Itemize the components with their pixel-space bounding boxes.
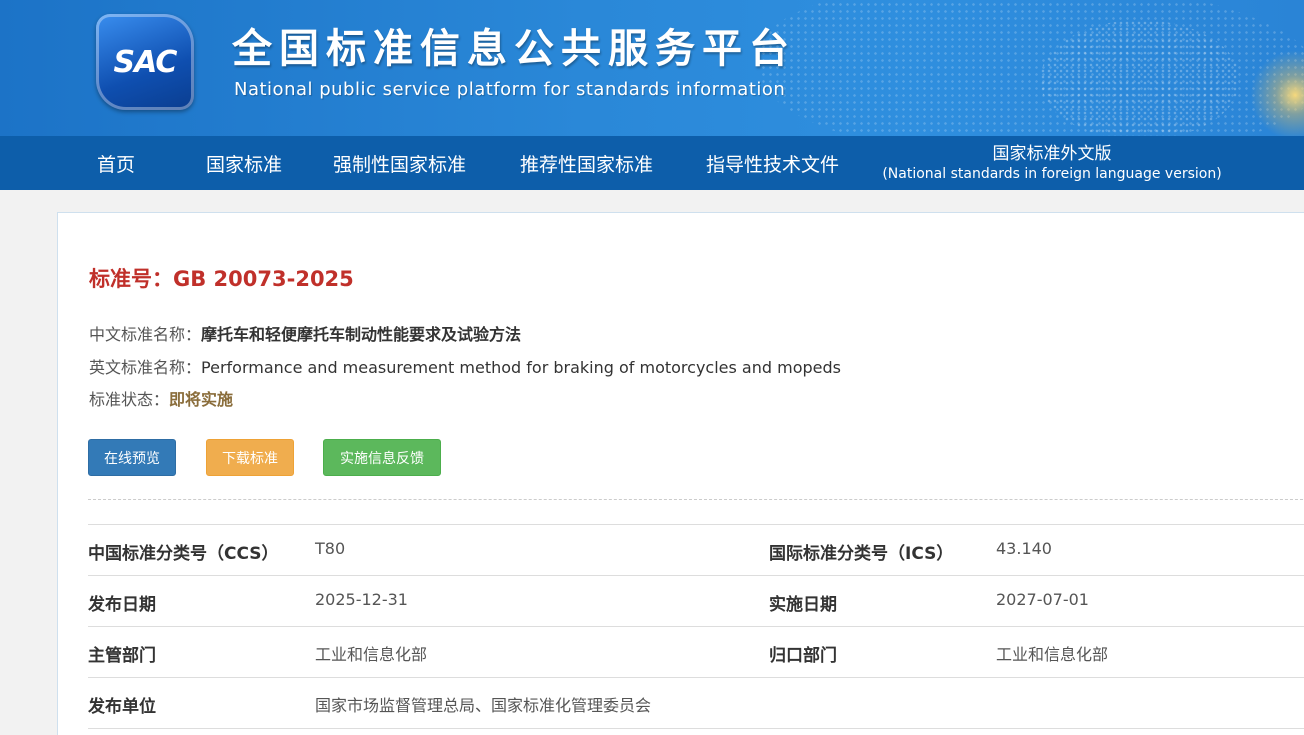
nav-item-mandatory-standards[interactable]: 强制性国家标准 <box>333 136 466 190</box>
implement-date-value: 2027-07-01 <box>996 590 1089 609</box>
nav-item-foreign-version[interactable]: 国家标准外文版 (National standards in foreign l… <box>882 136 1221 190</box>
table-row-border <box>88 728 1304 735</box>
table-row: 主管部门 工业和信息化部 归口部门 工业和信息化部 <box>88 626 1304 677</box>
nav-item-national-standards[interactable]: 国家标准 <box>206 136 282 190</box>
feedback-button[interactable]: 实施信息反馈 <box>323 439 441 476</box>
en-name-line: 英文标准名称：Performance and measurement metho… <box>89 354 841 378</box>
standard-number-value: GB 20073-2025 <box>173 267 354 291</box>
centralized-value: 工业和信息化部 <box>996 645 1109 664</box>
publish-date-value: 2025-12-31 <box>315 590 408 609</box>
nav-item-home[interactable]: 首页 <box>97 136 135 190</box>
implement-date-label: 实施日期 <box>769 595 837 615</box>
world-map-decoration <box>1040 20 1240 136</box>
table-row: 中国标准分类号（CCS） T80 国际标准分类号（ICS） 43.140 <box>88 524 1304 575</box>
ics-value: 43.140 <box>996 539 1052 558</box>
status-label: 标准状态： <box>89 390 170 409</box>
header-banner: SAC 全国标准信息公共服务平台 National public service… <box>0 0 1304 136</box>
site-subtitle: National public service platform for sta… <box>234 79 786 100</box>
table-row: 发布单位 国家市场监督管理总局、国家标准化管理委员会 <box>88 677 1304 728</box>
authority-value: 工业和信息化部 <box>315 645 428 664</box>
preview-button[interactable]: 在线预览 <box>88 439 176 476</box>
sac-logo[interactable]: SAC <box>96 14 194 110</box>
site-title: 全国标准信息公共服务平台 <box>232 26 796 72</box>
nav-item-guidance-documents[interactable]: 指导性技术文件 <box>706 136 839 190</box>
publish-date-label: 发布日期 <box>88 595 156 615</box>
standard-number: 标准号：GB 20073-2025 <box>89 263 354 293</box>
ics-label: 国际标准分类号（ICS） <box>769 544 954 564</box>
cn-name-label: 中文标准名称： <box>89 325 202 344</box>
issuer-label: 发布单位 <box>88 697 156 717</box>
nav-item-foreign-label: 国家标准外文版 <box>992 144 1112 164</box>
centralized-label: 归口部门 <box>769 646 837 666</box>
status-badge: 即将实施 <box>169 390 234 409</box>
download-button[interactable]: 下载标准 <box>206 439 294 476</box>
logo-text: SAC <box>113 44 178 80</box>
en-name-value: Performance and measurement method for b… <box>201 358 841 377</box>
divider <box>88 499 1304 500</box>
nav-item-recommended-standards[interactable]: 推荐性国家标准 <box>520 136 653 190</box>
authority-label: 主管部门 <box>88 646 156 666</box>
standard-detail-card: 标准号：GB 20073-2025 中文标准名称：摩托车和轻便摩托车制动性能要求… <box>57 212 1304 735</box>
standard-number-label: 标准号： <box>89 267 173 291</box>
light-flare-decoration <box>1250 50 1304 136</box>
ccs-value: T80 <box>315 539 346 558</box>
status-line: 标准状态：即将实施 <box>89 386 233 410</box>
main-nav: 首页 国家标准 强制性国家标准 推荐性国家标准 指导性技术文件 国家标准外文版 … <box>0 136 1304 190</box>
cn-name-value: 摩托车和轻便摩托车制动性能要求及试验方法 <box>201 325 522 344</box>
table-row: 发布日期 2025-12-31 实施日期 2027-07-01 <box>88 575 1304 626</box>
en-name-label: 英文标准名称： <box>89 358 202 377</box>
ccs-label: 中国标准分类号（CCS） <box>88 544 279 564</box>
nav-item-foreign-sublabel: (National standards in foreign language … <box>882 166 1222 182</box>
issuer-value: 国家市场监督管理总局、国家标准化管理委员会 <box>315 696 652 715</box>
cn-name-line: 中文标准名称：摩托车和轻便摩托车制动性能要求及试验方法 <box>89 321 521 345</box>
